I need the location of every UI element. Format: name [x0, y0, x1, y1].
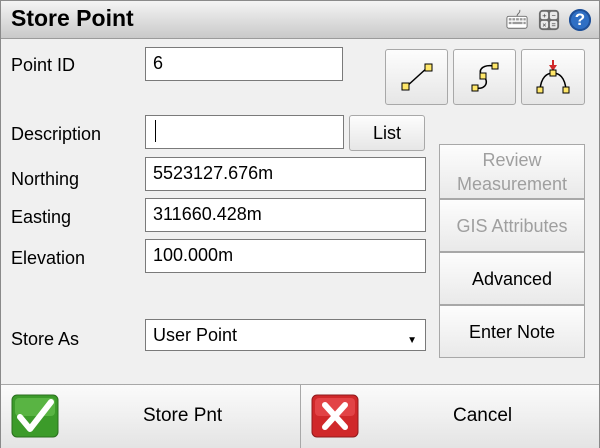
svg-text:+: + [542, 11, 546, 20]
easting-label: Easting [11, 207, 72, 227]
cancel-label: Cancel [453, 405, 513, 426]
svg-text:=: = [551, 20, 555, 29]
svg-text:−: − [551, 11, 555, 20]
line-button[interactable] [385, 49, 448, 105]
list-button[interactable]: List [349, 115, 425, 151]
northing-field[interactable]: 5523127.676m [145, 157, 426, 191]
enter-note-button[interactable]: Enter Note [439, 305, 585, 358]
curve-button[interactable] [453, 49, 516, 105]
gis-attributes-button[interactable]: GIS Attributes [439, 199, 585, 252]
elevation-label: Elevation [11, 248, 86, 268]
store-as-select[interactable]: User Point ▼ [145, 319, 426, 351]
review-measurement-button[interactable]: Review Measurement [439, 144, 585, 199]
arc-intersect-icon [536, 60, 570, 94]
store-as-value: User Point [153, 325, 238, 345]
calculator-icon[interactable]: + − × = [538, 9, 560, 31]
svg-text:×: × [542, 20, 546, 29]
text-caret [155, 120, 156, 142]
cancel-x-icon [311, 394, 359, 438]
point-id-field[interactable]: 6 [145, 47, 343, 81]
window-title: Store Point [11, 5, 134, 31]
description-field[interactable] [145, 115, 344, 149]
store-point-window: Store Point + − × = ? Point ID 6 Descrip… [0, 0, 600, 448]
arc-intersect-button[interactable] [521, 49, 585, 105]
description-label: Description [11, 124, 102, 144]
advanced-button[interactable]: Advanced [439, 252, 585, 305]
store-pnt-button[interactable]: Store Pnt [1, 385, 301, 448]
line-icon [401, 63, 432, 91]
store-as-label: Store As [11, 329, 80, 349]
store-pnt-label: Store Pnt [143, 405, 223, 426]
keyboard-icon[interactable] [506, 9, 528, 31]
dropdown-arrow-icon[interactable]: ▼ [407, 329, 417, 353]
help-icon[interactable]: ? [569, 9, 591, 31]
help-glyph: ? [574, 10, 586, 29]
easting-field[interactable]: 311660.428m [145, 198, 426, 232]
elevation-field[interactable]: 100.000m [145, 239, 426, 273]
bottom-bar: Store Pnt Cancel [1, 384, 599, 448]
northing-label: Northing [11, 169, 80, 189]
title-bar: Store Point + − × = ? [1, 1, 599, 39]
cancel-button[interactable]: Cancel [301, 385, 599, 448]
point-id-label: Point ID [11, 55, 76, 75]
curve-icon [471, 62, 498, 92]
checkmark-icon [11, 394, 59, 438]
